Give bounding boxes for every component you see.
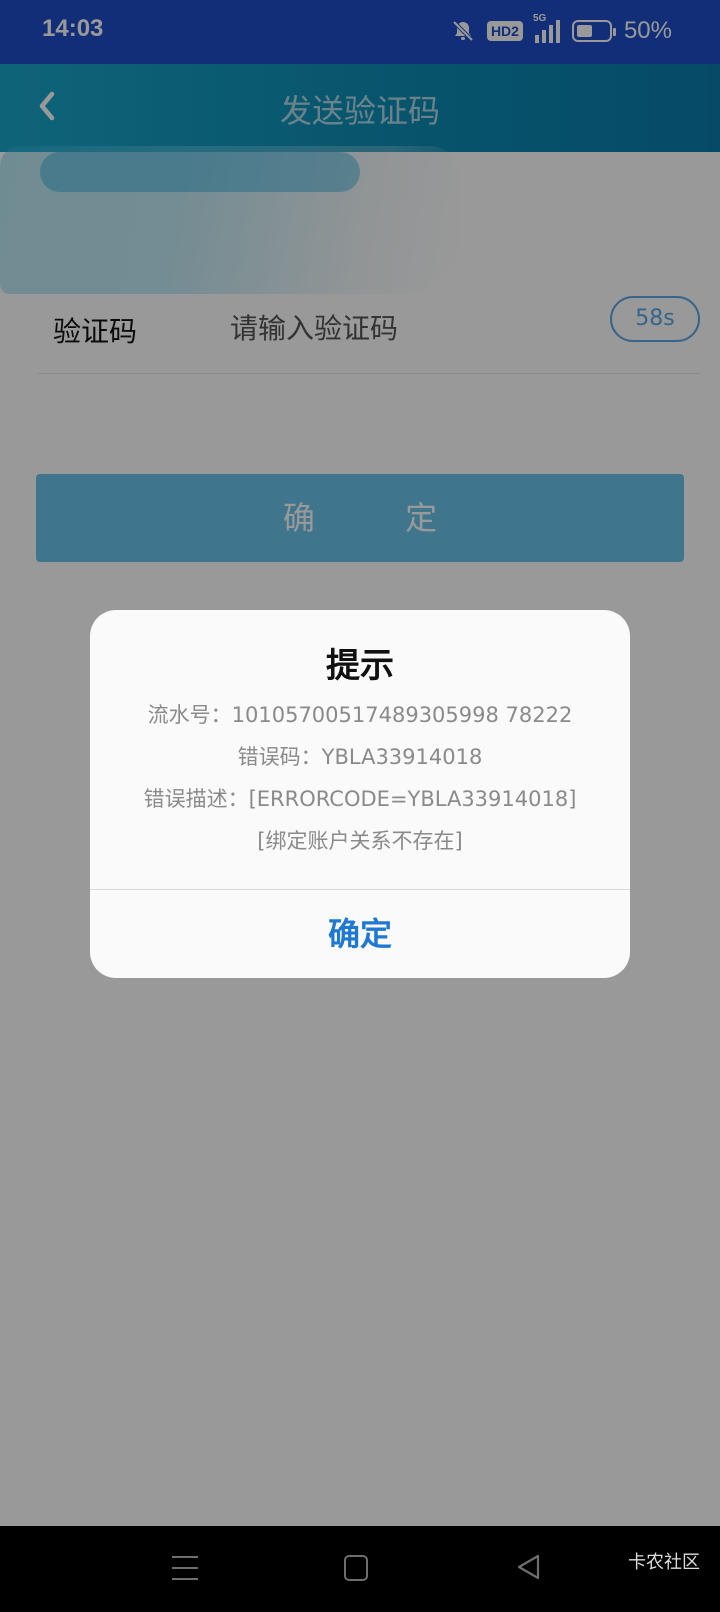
error-description-line: 错误描述：[ERRORCODE=YBLA33914018]: [143, 787, 577, 811]
back-triangle-icon[interactable]: [514, 1552, 544, 1582]
dialog-message: 流水号：10105700517489305998 78222 错误码：YBLA3…: [100, 694, 620, 862]
error-detail-line: [绑定账户关系不存在]: [257, 829, 463, 853]
alert-dialog: 提示 流水号：10105700517489305998 78222 错误码：YB…: [90, 610, 630, 978]
system-nav-bar: [0, 1526, 720, 1612]
home-icon[interactable]: [344, 1555, 368, 1581]
error-code-line: 错误码：YBLA33914018: [237, 745, 483, 769]
dialog-title: 提示: [326, 646, 394, 686]
watermark-text: 卡农社区: [628, 1552, 700, 1573]
menu-icon[interactable]: [172, 1556, 198, 1580]
serial-number-line: 流水号：10105700517489305998 78222: [147, 703, 573, 727]
dialog-ok-button[interactable]: 确定: [90, 890, 630, 978]
